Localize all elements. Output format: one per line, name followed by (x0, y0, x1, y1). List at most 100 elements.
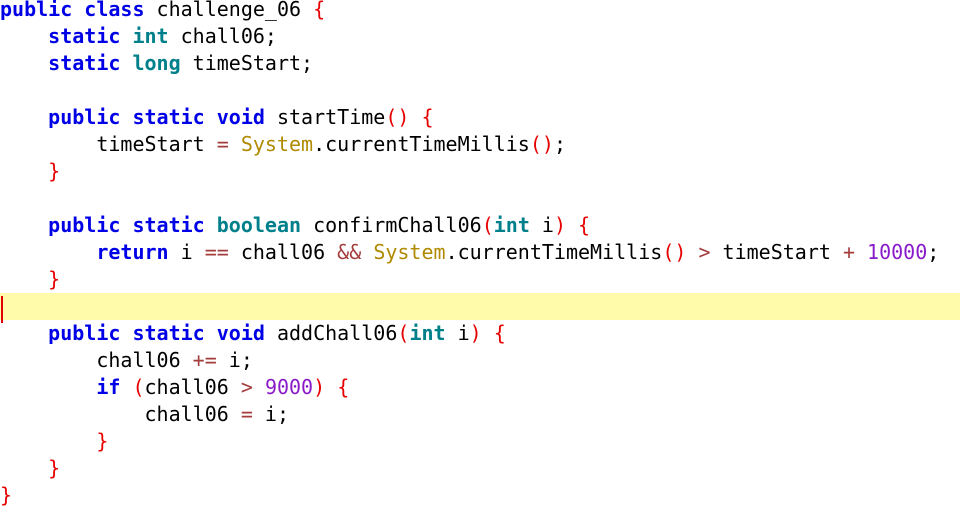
code-token: System (240, 132, 314, 156)
code-token: int (132, 24, 169, 48)
code-token: 9000 (264, 375, 314, 399)
code-token: static (132, 213, 205, 237)
code-line[interactable]: } (0, 266, 960, 293)
code-line[interactable] (0, 77, 960, 104)
code-token: () (529, 132, 554, 156)
code-token: .currentTimeMillis (313, 132, 530, 156)
code-token: } (48, 456, 61, 480)
code-token: { (493, 321, 506, 345)
code-token: i (445, 321, 470, 345)
code-line[interactable]: timeStart = System.currentTimeMillis(); (0, 131, 960, 158)
code-token: > (240, 375, 253, 399)
code-token: long (132, 51, 181, 75)
code-token: challenge_06 (144, 0, 314, 21)
code-token: i (529, 213, 554, 237)
code-token: ( (397, 321, 410, 345)
code-token: confirmChall06 (301, 213, 482, 237)
code-token: { (313, 0, 326, 21)
code-token: void (216, 321, 265, 345)
code-token: } (48, 267, 61, 291)
code-line[interactable]: chall06 += i; (0, 347, 960, 374)
code-token: boolean (216, 213, 302, 237)
code-token: && (337, 240, 362, 264)
code-token: { (578, 213, 591, 237)
code-token: ; (927, 240, 940, 264)
code-token: static (132, 105, 205, 129)
code-line[interactable]: } (0, 158, 960, 185)
code-token: i; (252, 402, 289, 426)
code-token: public (48, 321, 121, 345)
code-token: public (0, 0, 73, 21)
code-token: { (337, 375, 350, 399)
code-line[interactable]: } (0, 455, 960, 482)
code-token: ( (481, 213, 494, 237)
code-token: } (96, 429, 109, 453)
code-token: chall06 (144, 375, 241, 399)
code-token: ) (469, 321, 482, 345)
code-token: > (698, 240, 711, 264)
code-line[interactable]: } (0, 482, 960, 509)
code-token: chall06; (168, 24, 277, 48)
code-token: static (132, 321, 205, 345)
code-token: static (48, 24, 121, 48)
code-token: chall06 (228, 240, 338, 264)
text-caret (1, 296, 3, 323)
code-line[interactable]: static long timeStart; (0, 50, 960, 77)
code-line[interactable]: } (0, 428, 960, 455)
code-editor[interactable]: public class challenge_06 { static int c… (0, 0, 960, 523)
code-line[interactable]: public class challenge_06 { (0, 0, 960, 23)
code-token: == (204, 240, 229, 264)
code-token: i (168, 240, 205, 264)
code-line[interactable] (0, 293, 960, 320)
code-token: { (421, 105, 434, 129)
code-line[interactable]: if (chall06 > 9000) { (0, 374, 960, 401)
code-token: chall06 (0, 402, 241, 426)
code-token: System (373, 240, 446, 264)
code-token: static (48, 51, 121, 75)
code-token: timeStart; (180, 51, 314, 75)
code-token: class (84, 0, 145, 21)
code-token: int (493, 213, 530, 237)
code-token: startTime (264, 105, 386, 129)
code-token: () (385, 105, 410, 129)
code-line[interactable]: static int chall06; (0, 23, 960, 50)
code-token: () (662, 240, 687, 264)
code-token: ( (132, 375, 145, 399)
code-token: int (409, 321, 446, 345)
code-line[interactable]: chall06 = i; (0, 401, 960, 428)
code-token: } (0, 483, 13, 507)
code-token: = (240, 402, 253, 426)
code-token: void (216, 105, 265, 129)
code-token: ) (313, 375, 326, 399)
code-line[interactable]: public static void addChall06(int i) { (0, 320, 960, 347)
code-line[interactable] (0, 185, 960, 212)
code-line[interactable]: return i == chall06 && System.currentTim… (0, 239, 960, 266)
code-line[interactable]: public static boolean confirmChall06(int… (0, 212, 960, 239)
code-token: += (192, 348, 217, 372)
code-line[interactable]: public static void startTime() { (0, 104, 960, 131)
